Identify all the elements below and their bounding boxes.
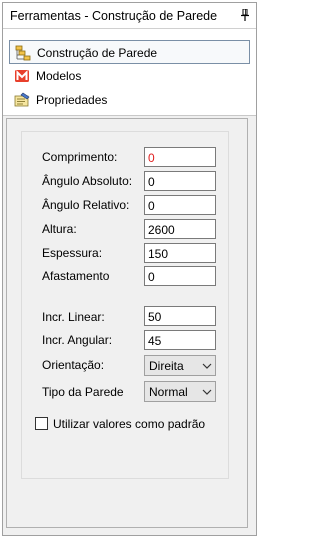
properties-icon	[14, 92, 30, 107]
afastamento-label: Afastamento	[42, 269, 110, 283]
chevron-down-icon	[202, 363, 212, 369]
incr-angular-label: Incr. Angular:	[42, 333, 113, 347]
orientacao-selected-value: Direita	[149, 359, 184, 373]
angulo-relativo-label: Ângulo Relativo:	[42, 198, 130, 212]
tool-nav-list: Construção de Parede Modelos Propriedade…	[3, 29, 256, 115]
chevron-down-icon	[202, 389, 212, 395]
nav-item-wall-construction[interactable]: Construção de Parede	[9, 40, 250, 64]
panel-title: Ferramentas - Construção de Parede	[10, 9, 218, 23]
nav-item-label: Construção de Parede	[37, 46, 158, 60]
tipo-parede-label: Tipo da Parede	[42, 385, 124, 399]
afastamento-field[interactable]: 0	[144, 266, 216, 286]
nav-item-properties[interactable]: Propriedades	[9, 88, 250, 112]
altura-label: Altura:	[42, 222, 77, 236]
nav-item-models[interactable]: Modelos	[9, 64, 250, 88]
tipo-parede-select[interactable]: Normal	[144, 381, 216, 402]
comprimento-field[interactable]: 0	[144, 147, 216, 167]
espessura-label: Espessura:	[42, 246, 103, 260]
incr-angular-field[interactable]: 45	[144, 330, 216, 350]
incr-linear-field[interactable]: 50	[144, 306, 216, 326]
orientacao-select[interactable]: Direita	[144, 355, 216, 376]
default-values-checkbox-label: Utilizar valores como padrão	[53, 417, 206, 431]
tipo-parede-selected-value: Normal	[149, 385, 188, 399]
angulo-absoluto-field[interactable]: 0	[144, 171, 216, 191]
default-values-checkbox[interactable]	[35, 417, 48, 430]
models-icon	[15, 70, 29, 82]
panel-titlebar: Ferramentas - Construção de Parede	[3, 3, 256, 29]
angulo-absoluto-label: Ângulo Absoluto:	[42, 174, 133, 188]
orientacao-label: Orientação:	[42, 358, 105, 372]
nav-item-label: Propriedades	[36, 93, 108, 107]
pin-icon[interactable]	[240, 9, 250, 21]
wall-construction-icon	[15, 45, 31, 61]
angulo-relativo-field[interactable]: 0	[144, 195, 216, 215]
incr-linear-label: Incr. Linear:	[42, 310, 105, 324]
divider	[3, 115, 256, 116]
espessura-field[interactable]: 150	[144, 243, 216, 263]
altura-field[interactable]: 2600	[144, 219, 216, 239]
comprimento-label: Comprimento:	[42, 150, 118, 164]
nav-item-label: Modelos	[36, 69, 82, 83]
